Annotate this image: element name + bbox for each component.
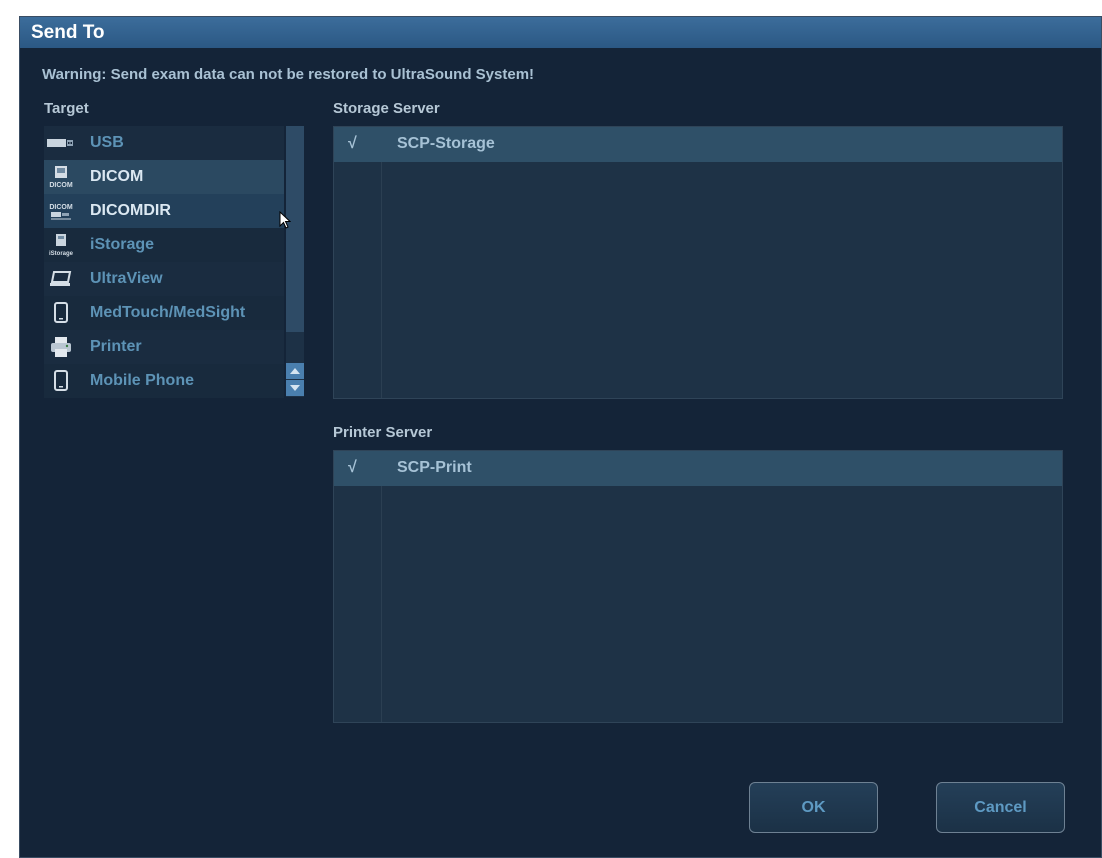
target-scrollbar[interactable]	[286, 126, 304, 397]
svg-text:DICOM: DICOM	[49, 182, 73, 189]
printer-server-list: √ SCP-Print	[333, 450, 1063, 723]
ok-button[interactable]: OK	[749, 782, 878, 833]
send-to-dialog: Send To Warning: Send exam data can not …	[19, 16, 1102, 858]
target-item-printer[interactable]: Printer	[44, 330, 284, 364]
column-divider	[381, 127, 382, 398]
target-item-label: Printer	[90, 338, 142, 355]
target-item-label: Mobile Phone	[90, 372, 194, 389]
dialog-title: Send To	[20, 17, 1101, 48]
target-item-istorage[interactable]: iStorage iStorage	[44, 228, 284, 262]
mouse-cursor-icon	[279, 210, 292, 234]
row-check-mark: √	[348, 135, 357, 152]
scroll-down-icon[interactable]	[286, 380, 304, 396]
target-item-ultraview[interactable]: UltraView	[44, 262, 284, 296]
printer-server-row[interactable]: √ SCP-Print	[334, 451, 1062, 486]
usb-drive-icon	[46, 132, 76, 154]
laptop-icon	[46, 268, 76, 290]
dicom-icon: DICOM	[46, 166, 76, 189]
target-list: USB DICOM DICOM DICOM DICOMDIR iStorage …	[44, 126, 284, 398]
svg-text:iStorage: iStorage	[49, 251, 74, 257]
target-item-label: UltraView	[90, 270, 163, 287]
row-server-name: SCP-Print	[397, 459, 472, 476]
row-check-mark: √	[348, 459, 357, 476]
storage-server-label: Storage Server	[333, 100, 440, 117]
istorage-icon: iStorage	[46, 234, 76, 257]
storage-server-list: √ SCP-Storage	[333, 126, 1063, 399]
target-item-label: USB	[90, 134, 124, 151]
cancel-button[interactable]: Cancel	[936, 782, 1065, 833]
target-item-dicom[interactable]: DICOM DICOM	[44, 160, 284, 194]
target-item-dicomdir[interactable]: DICOM DICOMDIR	[44, 194, 284, 228]
target-item-mobile-phone[interactable]: Mobile Phone	[44, 364, 284, 398]
row-server-name: SCP-Storage	[397, 135, 495, 152]
target-item-label: iStorage	[90, 236, 155, 253]
storage-server-row[interactable]: √ SCP-Storage	[334, 127, 1062, 162]
target-label: Target	[44, 100, 89, 117]
target-item-medtouch-medsight[interactable]: MedTouch/MedSight	[44, 296, 284, 330]
target-item-usb[interactable]: USB	[44, 126, 284, 160]
scroll-up-icon[interactable]	[286, 363, 304, 379]
dicomdir-icon: DICOM	[46, 200, 76, 222]
column-divider	[381, 451, 382, 722]
svg-text:DICOM: DICOM	[49, 204, 73, 211]
target-item-label: MedTouch/MedSight	[90, 304, 246, 321]
printer-server-label: Printer Server	[333, 424, 433, 441]
warning-message: Warning: Send exam data can not be resto…	[42, 66, 535, 83]
tablet-icon	[46, 302, 76, 324]
mobile-phone-icon	[46, 370, 76, 392]
target-item-label: DICOMDIR	[90, 202, 171, 219]
target-item-label: DICOM	[90, 168, 144, 185]
printer-icon	[46, 336, 76, 358]
